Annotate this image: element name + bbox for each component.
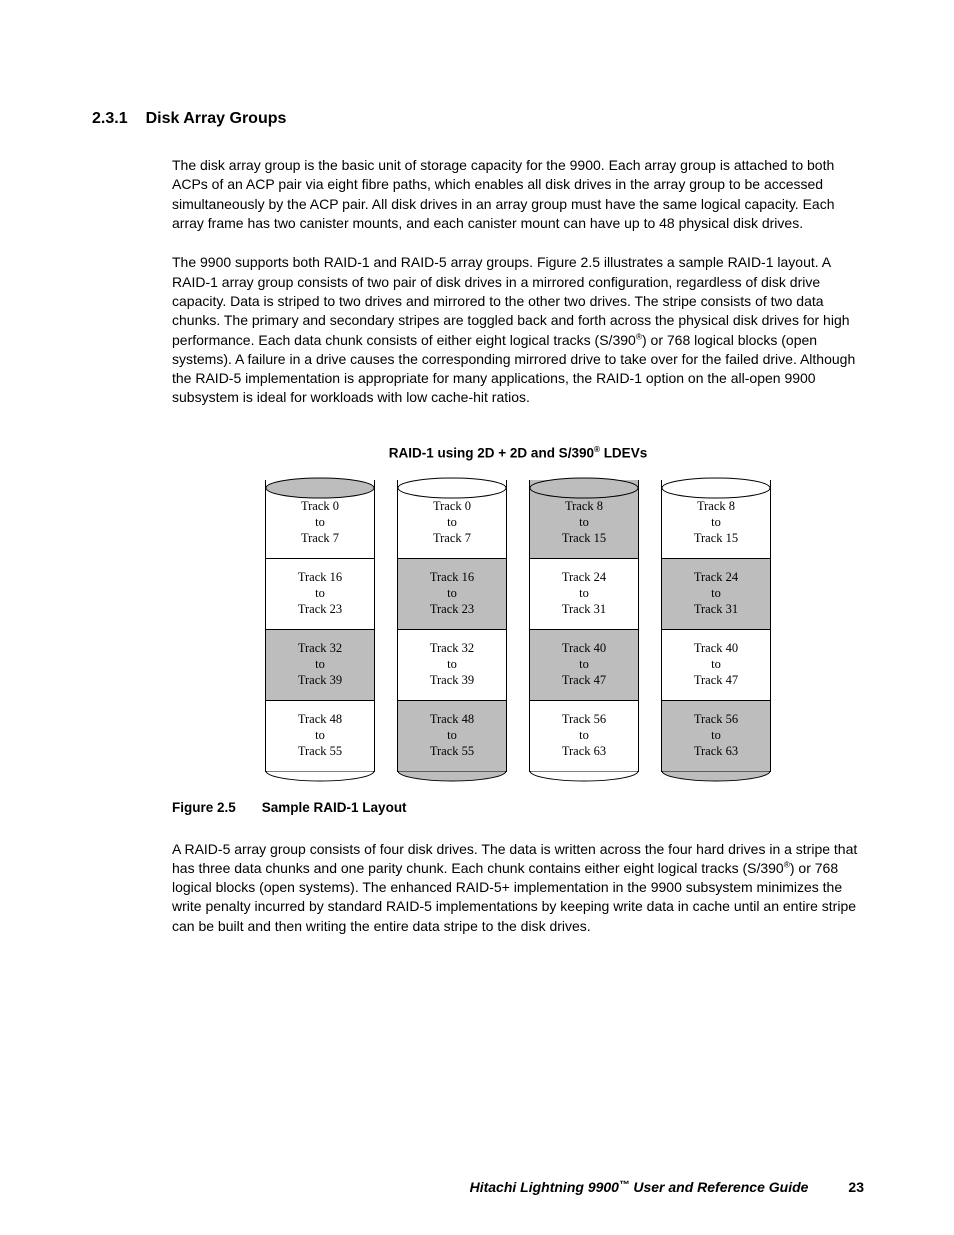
track-to: to bbox=[315, 515, 325, 531]
cylinder-bottom bbox=[529, 771, 639, 781]
track-band: Track 16toTrack 23 bbox=[265, 559, 375, 630]
track-to: to bbox=[579, 657, 589, 673]
track-start: Track 56 bbox=[694, 712, 738, 728]
track-to: to bbox=[447, 657, 457, 673]
trademark-icon: ™ bbox=[619, 1179, 630, 1191]
cylinder-top bbox=[529, 477, 639, 491]
track-start: Track 32 bbox=[298, 641, 342, 657]
track-end: Track 47 bbox=[562, 673, 606, 689]
track-start: Track 48 bbox=[430, 712, 474, 728]
track-end: Track 23 bbox=[298, 602, 342, 618]
disk-cylinder: Track 0toTrack 7Track 16toTrack 23Track … bbox=[397, 477, 507, 781]
section-title: Disk Array Groups bbox=[146, 110, 287, 128]
track-start: Track 0 bbox=[301, 499, 339, 515]
cylinder-top bbox=[265, 477, 375, 491]
track-end: Track 63 bbox=[694, 744, 738, 760]
track-to: to bbox=[711, 657, 721, 673]
track-band: Track 40toTrack 47 bbox=[661, 630, 771, 701]
paragraph-1: The disk array group is the basic unit o… bbox=[172, 156, 864, 233]
track-to: to bbox=[579, 586, 589, 602]
section-heading: 2.3.1 Disk Array Groups bbox=[92, 110, 864, 128]
cylinder-top bbox=[397, 477, 507, 491]
figure-caption-number: Figure 2.5 bbox=[172, 800, 236, 815]
figure-caption-text: Sample RAID-1 Layout bbox=[262, 800, 407, 815]
track-start: Track 48 bbox=[298, 712, 342, 728]
figure-area: RAID-1 using 2D + 2D and S/390® LDEVs Tr… bbox=[172, 444, 864, 818]
track-to: to bbox=[711, 728, 721, 744]
figure-title-a: RAID-1 using 2D + 2D and S/390 bbox=[389, 445, 594, 460]
page-footer: Hitachi Lightning 9900™ User and Referen… bbox=[470, 1179, 864, 1195]
track-band: Track 40toTrack 47 bbox=[529, 630, 639, 701]
page-number: 23 bbox=[848, 1179, 864, 1195]
figure-caption: Figure 2.5 Sample RAID-1 Layout bbox=[172, 799, 864, 818]
track-end: Track 31 bbox=[562, 602, 606, 618]
track-start: Track 40 bbox=[694, 641, 738, 657]
track-end: Track 15 bbox=[562, 531, 606, 547]
figure-title-b: LDEVs bbox=[600, 445, 647, 460]
footer-rest: User and Reference Guide bbox=[629, 1179, 808, 1195]
track-end: Track 15 bbox=[694, 531, 738, 547]
track-to: to bbox=[579, 728, 589, 744]
track-start: Track 40 bbox=[562, 641, 606, 657]
track-end: Track 7 bbox=[301, 531, 339, 547]
disk-cylinder: Track 8toTrack 15Track 24toTrack 31Track… bbox=[529, 477, 639, 781]
track-to: to bbox=[447, 586, 457, 602]
section-number: 2.3.1 bbox=[92, 110, 128, 128]
track-band: Track 56toTrack 63 bbox=[661, 701, 771, 772]
figure-title: RAID-1 using 2D + 2D and S/390® LDEVs bbox=[172, 444, 864, 463]
track-to: to bbox=[447, 515, 457, 531]
track-end: Track 39 bbox=[430, 673, 474, 689]
cylinder-row: Track 0toTrack 7Track 16toTrack 23Track … bbox=[172, 477, 864, 781]
page: 2.3.1 Disk Array Groups The disk array g… bbox=[0, 0, 954, 1235]
disk-cylinder: Track 8toTrack 15Track 24toTrack 31Track… bbox=[661, 477, 771, 781]
track-start: Track 32 bbox=[430, 641, 474, 657]
track-start: Track 8 bbox=[565, 499, 603, 515]
footer-title: Hitachi Lightning 9900 bbox=[470, 1179, 619, 1195]
track-to: to bbox=[711, 515, 721, 531]
track-end: Track 7 bbox=[433, 531, 471, 547]
track-end: Track 55 bbox=[430, 744, 474, 760]
track-to: to bbox=[315, 586, 325, 602]
paragraph-3a: A RAID-5 array group consists of four di… bbox=[172, 841, 857, 876]
track-to: to bbox=[579, 515, 589, 531]
content-area: The disk array group is the basic unit o… bbox=[172, 156, 864, 936]
track-band: Track 32toTrack 39 bbox=[397, 630, 507, 701]
track-start: Track 24 bbox=[562, 570, 606, 586]
track-start: Track 16 bbox=[298, 570, 342, 586]
track-band: Track 32toTrack 39 bbox=[265, 630, 375, 701]
track-to: to bbox=[447, 728, 457, 744]
track-end: Track 63 bbox=[562, 744, 606, 760]
track-start: Track 24 bbox=[694, 570, 738, 586]
track-to: to bbox=[315, 657, 325, 673]
track-band: Track 24toTrack 31 bbox=[529, 559, 639, 630]
track-to: to bbox=[315, 728, 325, 744]
cylinder-top bbox=[661, 477, 771, 491]
disk-cylinder: Track 0toTrack 7Track 16toTrack 23Track … bbox=[265, 477, 375, 781]
track-end: Track 55 bbox=[298, 744, 342, 760]
track-band: Track 16toTrack 23 bbox=[397, 559, 507, 630]
cylinder-bottom bbox=[265, 771, 375, 781]
paragraph-3: A RAID-5 array group consists of four di… bbox=[172, 840, 864, 937]
track-band: Track 56toTrack 63 bbox=[529, 701, 639, 772]
track-band: Track 48toTrack 55 bbox=[265, 701, 375, 772]
track-end: Track 23 bbox=[430, 602, 474, 618]
track-start: Track 8 bbox=[697, 499, 735, 515]
track-end: Track 47 bbox=[694, 673, 738, 689]
track-start: Track 16 bbox=[430, 570, 474, 586]
cylinder-bottom bbox=[661, 771, 771, 781]
paragraph-2: The 9900 supports both RAID-1 and RAID-5… bbox=[172, 253, 864, 408]
cylinder-bottom bbox=[397, 771, 507, 781]
track-to: to bbox=[711, 586, 721, 602]
track-band: Track 24toTrack 31 bbox=[661, 559, 771, 630]
track-band: Track 48toTrack 55 bbox=[397, 701, 507, 772]
track-end: Track 39 bbox=[298, 673, 342, 689]
track-start: Track 0 bbox=[433, 499, 471, 515]
track-start: Track 56 bbox=[562, 712, 606, 728]
track-end: Track 31 bbox=[694, 602, 738, 618]
